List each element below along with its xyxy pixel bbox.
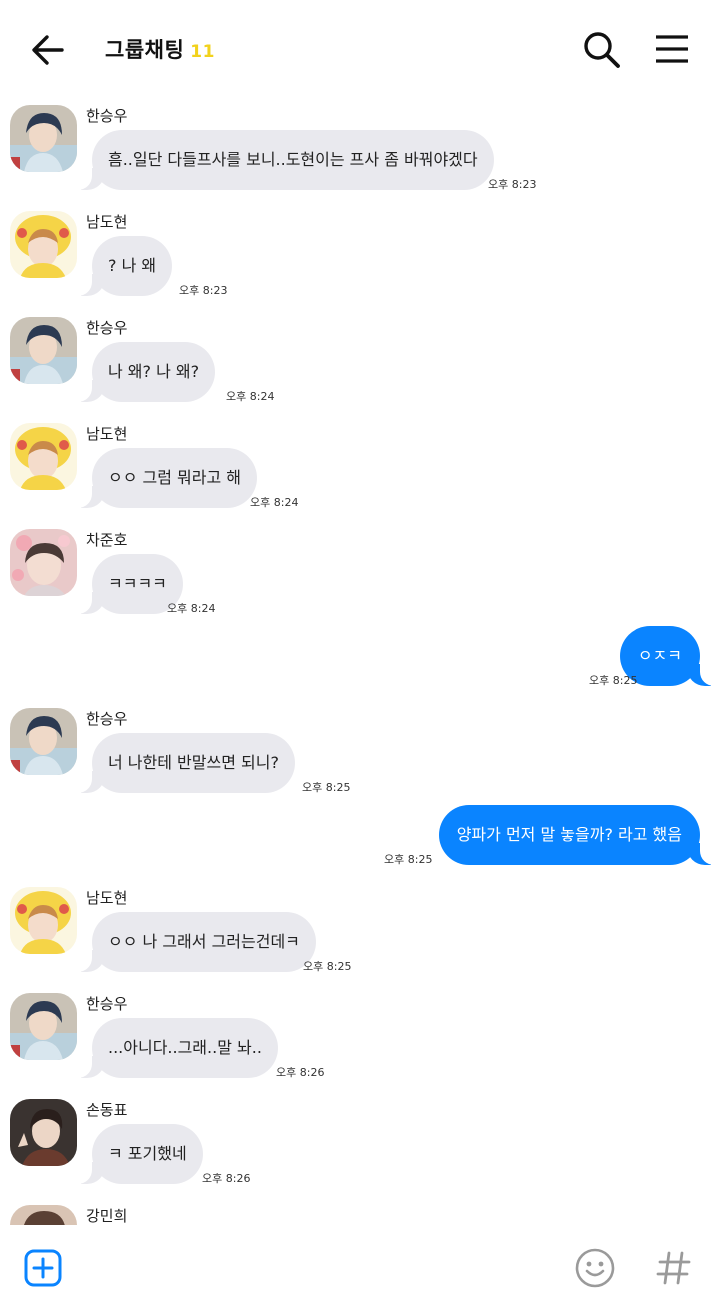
message-time: 오후 8:24 xyxy=(250,496,299,509)
message-time: 오후 8:26 xyxy=(276,1066,325,1079)
message-time: 오후 8:26 xyxy=(202,1172,251,1185)
avatar[interactable] xyxy=(10,317,77,384)
search-icon xyxy=(584,32,620,68)
back-button[interactable] xyxy=(26,28,72,72)
avatar[interactable] xyxy=(10,1099,77,1166)
sender-name: 손동표 xyxy=(86,1101,128,1119)
header: 그룹채팅 11 xyxy=(0,0,720,100)
search-button[interactable] xyxy=(580,28,624,72)
smiley-icon xyxy=(575,1248,615,1288)
chat-title: 그룹채팅 11 xyxy=(105,34,215,64)
avatar[interactable] xyxy=(10,887,77,954)
hashtag-icon xyxy=(656,1251,691,1285)
hashtag-button[interactable] xyxy=(654,1247,694,1289)
message-bubble[interactable]: 흠..일단 다들프사를 보니..도현이는 프사 좀 바꿔야겠다 xyxy=(70,130,494,190)
avatar[interactable] xyxy=(10,529,77,596)
plus-square-icon xyxy=(24,1249,62,1287)
message-bubble[interactable]: ? 나 왜 xyxy=(69,236,173,296)
avatar[interactable] xyxy=(10,1205,77,1225)
avatar[interactable] xyxy=(10,708,77,775)
avatar[interactable] xyxy=(10,211,77,278)
sender-name: 남도현 xyxy=(86,213,128,231)
sender-name: 차준호 xyxy=(86,531,128,549)
message-time: 오후 8:25 xyxy=(384,853,433,866)
message-time: 오후 8:25 xyxy=(303,960,352,973)
sender-name: 한승우 xyxy=(86,995,128,1013)
hamburger-menu-icon xyxy=(656,35,688,63)
attach-button[interactable] xyxy=(24,1249,62,1287)
message-list[interactable]: 한승우 흠..일단 다들프사를 보니..도현이는 프사 좀 바꿔야겠다 오후 8… xyxy=(0,100,720,1225)
my-message-bubble[interactable]: 양파가 먼저 말 놓을까? 라고 했음 xyxy=(438,805,720,865)
avatar[interactable] xyxy=(10,423,77,490)
avatar[interactable] xyxy=(10,993,77,1060)
chat-screen: 그룹채팅 11 한승우 흠..일단 다들프사를 보니..도현이는 프사 좀 바꿔… xyxy=(0,0,720,1309)
message-time: 오후 8:23 xyxy=(488,178,537,191)
message-time: 오후 8:25 xyxy=(302,781,351,794)
message-bubble[interactable]: ㅇㅇ 그럼 뭐라고 해 xyxy=(69,448,258,508)
message-bubble[interactable]: ㅇㅇ 나 그래서 그러는건데ㅋ xyxy=(70,912,316,972)
sender-name: 남도현 xyxy=(86,425,128,443)
message-time: 오후 8:24 xyxy=(226,390,275,403)
sender-name: 한승우 xyxy=(86,319,128,337)
message-bubble[interactable]: 나 왜? 나 왜? xyxy=(69,342,216,402)
member-count: 11 xyxy=(190,42,215,62)
message-bubble[interactable]: ㅋ 포기했네 xyxy=(70,1124,203,1184)
arrow-left-icon xyxy=(32,35,64,65)
message-bubble[interactable]: ...아니다..그래..말 놔.. xyxy=(70,1018,278,1078)
avatar[interactable] xyxy=(10,105,77,172)
message-bubble[interactable]: 너 나한테 반말쓰면 되니? xyxy=(70,733,295,793)
input-toolbar xyxy=(0,1225,720,1309)
message-time: 오후 8:24 xyxy=(167,602,216,615)
message-time: 오후 8:25 xyxy=(589,674,638,687)
sender-name: 한승우 xyxy=(86,710,128,728)
emoji-button[interactable] xyxy=(574,1247,616,1289)
sender-name: 남도현 xyxy=(86,889,128,907)
chat-title-text: 그룹채팅 xyxy=(105,38,185,62)
message-time: 오후 8:23 xyxy=(179,284,228,297)
sender-name: 강민희 xyxy=(86,1207,128,1225)
sender-name: 한승우 xyxy=(86,107,128,125)
menu-button[interactable] xyxy=(650,28,694,72)
